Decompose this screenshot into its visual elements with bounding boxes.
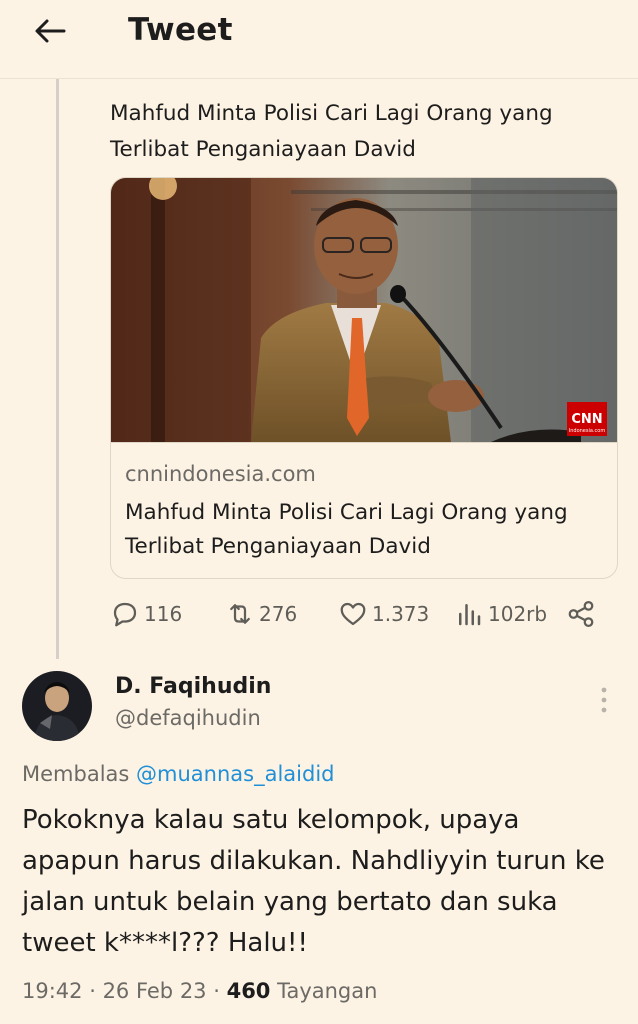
heart-icon (340, 602, 366, 626)
reply-count: 116 (144, 602, 183, 626)
arrow-left-icon (35, 19, 66, 43)
views-button[interactable]: 102rb (454, 596, 547, 632)
display-name[interactable]: D. Faqihudin (115, 674, 271, 699)
tweet-meta: 19:42 · 26 Feb 23 · 460 Tayangan (22, 979, 378, 1003)
avatar-image (22, 671, 92, 741)
page-title: Tweet (128, 12, 233, 48)
replying-to: Membalas @muannas_alaidid (22, 762, 335, 786)
share-button[interactable] (566, 596, 600, 632)
retweet-icon (230, 604, 250, 624)
article-image: CNN Indonesia.com (111, 178, 617, 443)
like-count: 1.373 (372, 602, 430, 626)
thread-line (56, 79, 59, 659)
replying-to-link[interactable]: @muannas_alaidid (136, 762, 334, 786)
reply-button[interactable]: 116 (110, 596, 182, 632)
retweet-button[interactable]: 276 (225, 596, 297, 632)
user-handle[interactable]: @defaqihudin (115, 706, 261, 730)
link-card[interactable]: CNN Indonesia.com cnnindonesia.com Mahfu… (110, 177, 618, 579)
analytics-icon (459, 604, 481, 626)
tweet-date: 26 Feb 23 (102, 979, 207, 1003)
tweet-time: 19:42 (22, 979, 83, 1003)
cnn-logo-subtext: Indonesia.com (569, 428, 606, 434)
card-domain: cnnindonesia.com (125, 462, 316, 486)
quoted-tweet-text: Mahfud Minta Polisi Cari Lagi Orang yang… (110, 101, 553, 162)
views-count: 102rb (488, 602, 548, 626)
replying-to-label: Membalas (22, 762, 130, 786)
cnn-logo-text: CNN (571, 412, 602, 427)
tweet-view-count: 460 (226, 979, 271, 1003)
card-title: Mahfud Minta Polisi Cari Lagi Orang yang… (125, 500, 568, 559)
reply-icon (113, 602, 137, 627)
tweet-views-label: Tayangan (277, 979, 378, 1003)
top-bar: Tweet (0, 0, 638, 79)
more-options-button[interactable] (595, 685, 613, 715)
tweet-text: Pokoknya kalau satu kelompok, upaya apap… (22, 805, 605, 958)
tweet-actions: 116 276 1.373 102rb (110, 596, 610, 632)
back-button[interactable] (30, 12, 70, 52)
avatar[interactable] (22, 671, 92, 741)
more-vertical-icon (601, 687, 607, 713)
share-icon (568, 601, 594, 627)
like-button[interactable]: 1.373 (338, 596, 429, 632)
retweet-count: 276 (259, 602, 298, 626)
